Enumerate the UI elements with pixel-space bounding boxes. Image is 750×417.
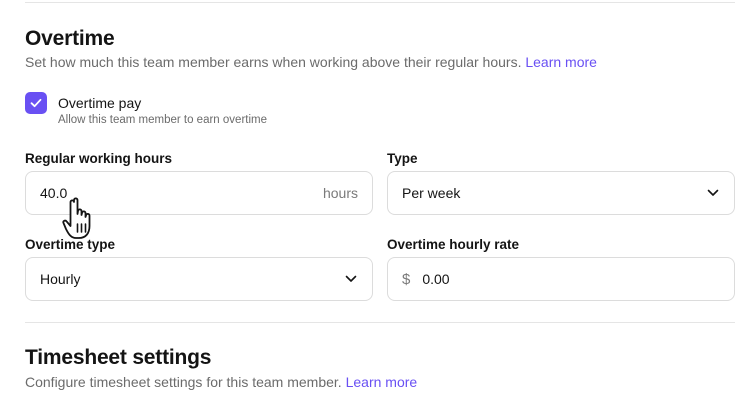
overtime-section-description: Set how much this team member earns when… <box>25 54 597 70</box>
regular-hours-input[interactable]: 40.0 hours <box>25 171 373 215</box>
overtime-learn-more-link[interactable]: Learn more <box>525 54 597 70</box>
regular-hours-suffix: hours <box>322 185 358 201</box>
type-select[interactable]: Per week <box>387 171 735 215</box>
timesheet-section-description: Configure timesheet settings for this te… <box>25 374 417 390</box>
section-divider <box>25 322 735 323</box>
overtime-type-label: Overtime type <box>25 237 116 252</box>
chevron-down-icon <box>344 272 358 286</box>
regular-hours-label: Regular working hours <box>25 151 173 166</box>
currency-prefix: $ <box>402 270 411 288</box>
overtime-type-value: Hourly <box>40 271 81 287</box>
timesheet-learn-more-link[interactable]: Learn more <box>346 374 418 390</box>
overtime-pay-sublabel: Allow this team member to earn overtime <box>58 114 267 126</box>
chevron-down-icon <box>706 186 720 200</box>
type-value: Per week <box>402 185 461 201</box>
timesheet-section-title: Timesheet settings <box>25 346 212 369</box>
hourly-rate-input[interactable]: $ 0.00 <box>387 257 735 301</box>
check-icon <box>30 98 42 108</box>
overtime-type-select[interactable]: Hourly <box>25 257 373 301</box>
hourly-rate-label: Overtime hourly rate <box>387 237 520 252</box>
timesheet-description-text: Configure timesheet settings for this te… <box>25 374 342 390</box>
regular-hours-value: 40.0 <box>40 185 68 201</box>
top-divider <box>25 2 735 3</box>
overtime-pay-label: Overtime pay <box>58 95 142 111</box>
overtime-description-text: Set how much this team member earns when… <box>25 54 522 70</box>
hourly-rate-value: 0.00 <box>422 271 450 287</box>
type-label: Type <box>387 151 418 166</box>
overtime-pay-checkbox[interactable] <box>25 92 47 114</box>
overtime-section-title: Overtime <box>25 27 115 50</box>
